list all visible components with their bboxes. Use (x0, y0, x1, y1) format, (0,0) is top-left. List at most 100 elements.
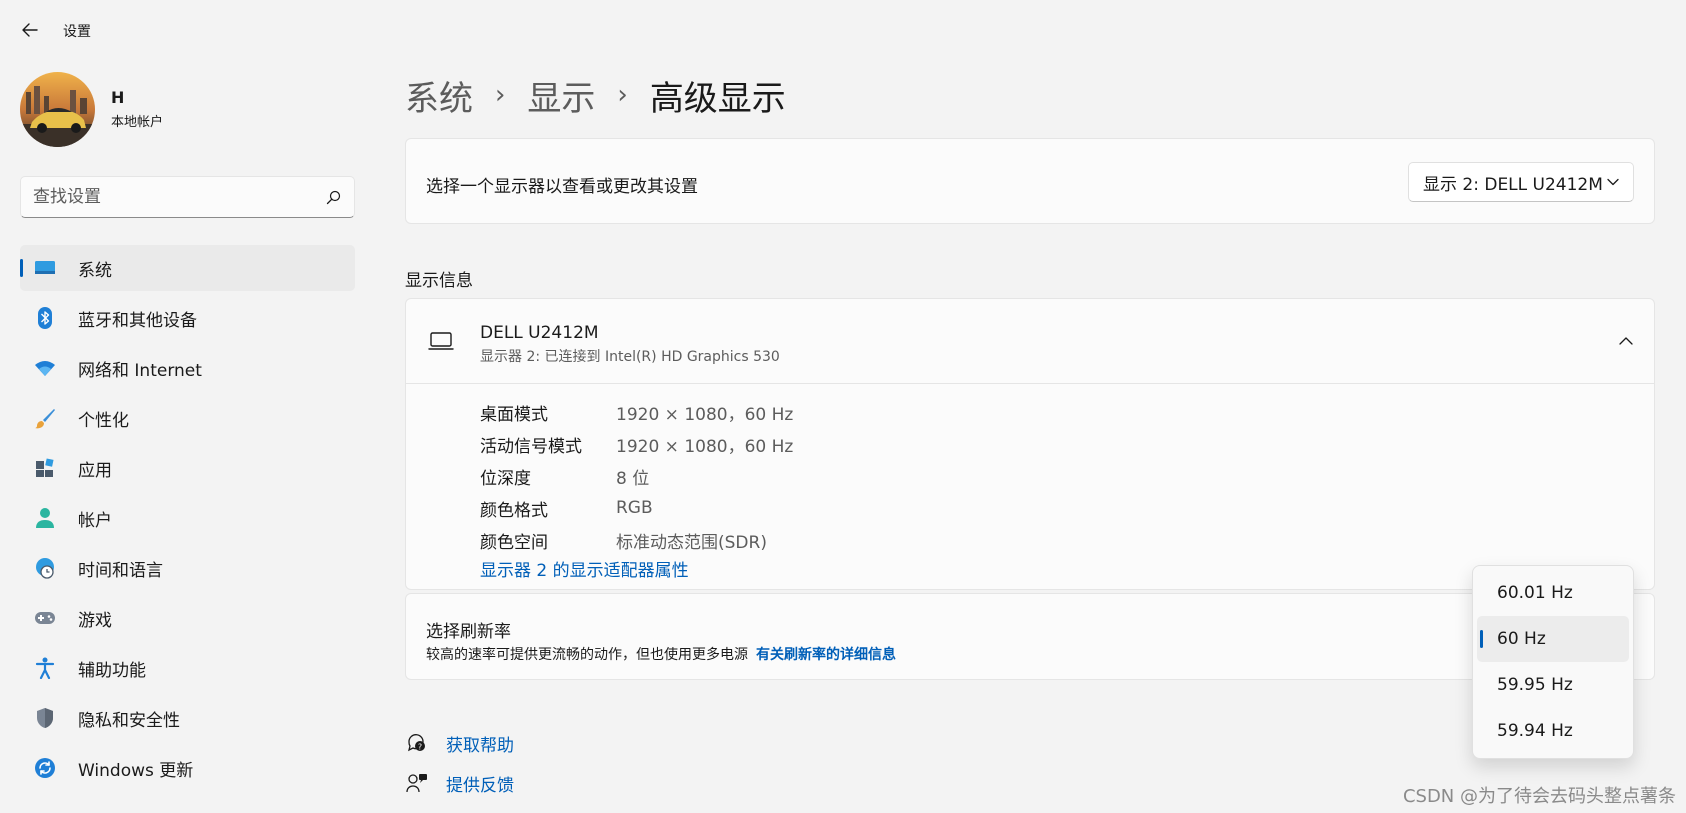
breadcrumb: 系统 › 显示 › 高级显示 (405, 70, 786, 120)
collapse-button[interactable] (1614, 329, 1638, 353)
info-value: RGB (616, 498, 653, 518)
shield-icon (34, 707, 56, 729)
feedback-icon (405, 771, 429, 795)
display-selector-card: 选择一个显示器以查看或更改其设置 显示 2: DELL U2412M (405, 138, 1655, 224)
person-icon (34, 507, 56, 529)
search-input[interactable] (33, 187, 324, 207)
help-links: ? 获取帮助 提供反馈 (405, 723, 514, 803)
adapter-properties-link[interactable]: 显示器 2 的显示适配器属性 (480, 556, 689, 581)
refresh-option[interactable]: 59.95 Hz (1477, 662, 1629, 708)
refresh-option[interactable]: 59.94 Hz (1477, 708, 1629, 754)
sidebar-item-label: 蓝牙和其他设备 (78, 310, 197, 331)
sidebar-item-personalization[interactable]: 个性化 (20, 395, 355, 441)
info-row-desktop-mode: 桌面模式 1920 × 1080，60 Hz (480, 396, 793, 428)
user-profile[interactable]: H 本地帐户 (20, 71, 163, 147)
sidebar-item-label: 时间和语言 (78, 560, 163, 581)
page-title: 高级显示 (649, 78, 786, 119)
info-value: 8 位 (616, 468, 650, 489)
sidebar-item-accessibility[interactable]: 辅助功能 (20, 645, 355, 691)
laptop-icon (428, 332, 454, 350)
breadcrumb-system[interactable]: 系统 (405, 71, 473, 120)
info-key: 颜色格式 (480, 500, 548, 521)
info-key: 颜色空间 (480, 532, 548, 553)
sidebar-item-privacy[interactable]: 隐私和安全性 (20, 695, 355, 741)
section-title: 显示信息 (405, 271, 473, 291)
display-info-card: DELL U2412M 显示器 2: 已连接到 Intel(R) HD Grap… (405, 298, 1655, 590)
title-bar: 设置 (0, 0, 1686, 60)
help-icon: ? (405, 731, 429, 755)
user-name: H (111, 88, 125, 107)
refresh-rate-flyout: 60.01 Hz 60 Hz 59.95 Hz 59.94 Hz (1472, 565, 1634, 759)
sidebar-item-label: 辅助功能 (78, 660, 146, 681)
avatar (20, 71, 95, 147)
sidebar-item-label: 网络和 Internet (78, 360, 202, 381)
sidebar-item-label: 游戏 (78, 610, 112, 631)
watermark: CSDN @为了待会去码头整点薯条 (1402, 786, 1676, 807)
sidebar-item-accounts[interactable]: 帐户 (20, 495, 355, 541)
refresh-rate-info-link[interactable]: 有关刷新率的详细信息 (756, 647, 896, 663)
info-key: 活动信号模式 (480, 436, 582, 457)
apps-icon (34, 457, 56, 479)
sidebar-item-label: 个性化 (78, 410, 129, 431)
app-title: 设置 (63, 24, 91, 40)
sidebar-item-label: Windows 更新 (78, 760, 194, 781)
monitor-subtitle: 显示器 2: 已连接到 Intel(R) HD Graphics 530 (480, 349, 780, 365)
search-icon[interactable] (324, 188, 342, 206)
brush-icon (34, 407, 56, 429)
bluetooth-icon (34, 307, 56, 329)
sidebar-item-system[interactable]: 系统 (20, 245, 355, 291)
breadcrumb-display[interactable]: 显示 (527, 71, 595, 120)
accessibility-icon (34, 657, 56, 679)
feedback-label: 提供反馈 (446, 775, 514, 796)
info-row-color-space: 颜色空间 标准动态范围(SDR) (480, 524, 793, 556)
wifi-icon (34, 357, 56, 379)
sidebar-item-label: 系统 (78, 260, 112, 281)
monitor-icon (34, 257, 56, 279)
sidebar: H 本地帐户 系统 蓝牙和其他设备 网络和 Internet (0, 60, 370, 813)
chevron-right-icon: › (617, 80, 628, 110)
refresh-option[interactable]: 60.01 Hz (1477, 570, 1629, 616)
chevron-down-icon (1607, 178, 1619, 186)
account-type: 本地帐户 (111, 115, 164, 130)
svg-text:?: ? (418, 743, 422, 752)
sidebar-item-network[interactable]: 网络和 Internet (20, 345, 355, 391)
chevron-right-icon: › (495, 80, 506, 110)
update-icon (34, 757, 56, 779)
display-dropdown-value: 显示 2: DELL U2412M (1423, 174, 1603, 195)
refresh-rate-description: 较高的速率可提供更流畅的动作，但也使用更多电源 (426, 647, 748, 663)
info-row-bit-depth: 位深度 8 位 (480, 460, 793, 492)
sidebar-item-apps[interactable]: 应用 (20, 445, 355, 491)
sidebar-item-label: 隐私和安全性 (78, 710, 180, 731)
display-info-rows: 桌面模式 1920 × 1080，60 Hz 活动信号模式 1920 × 108… (480, 396, 793, 556)
info-value: 1920 × 1080，60 Hz (616, 404, 794, 425)
chevron-up-icon (1619, 337, 1633, 345)
info-key: 桌面模式 (480, 404, 548, 425)
display-dropdown[interactable]: 显示 2: DELL U2412M (1408, 162, 1634, 202)
refresh-rate-subtitle: 较高的速率可提供更流畅的动作，但也使用更多电源 有关刷新率的详细信息 (426, 644, 896, 664)
refresh-option-selected[interactable]: 60 Hz (1477, 616, 1629, 662)
search-box (20, 176, 355, 218)
sidebar-nav: 系统 蓝牙和其他设备 网络和 Internet 个性化 应用 帐户 时间和语言 … (20, 245, 355, 795)
refresh-rate-title: 选择刷新率 (426, 622, 511, 642)
display-selector-label: 选择一个显示器以查看或更改其设置 (426, 177, 698, 197)
sidebar-item-label: 应用 (78, 460, 112, 481)
display-info-header[interactable]: DELL U2412M 显示器 2: 已连接到 Intel(R) HD Grap… (406, 299, 1654, 384)
info-key: 位深度 (480, 468, 531, 489)
info-row-active-signal-mode: 活动信号模式 1920 × 1080，60 Hz (480, 428, 793, 460)
globe-clock-icon (34, 557, 56, 579)
get-help-label: 获取帮助 (446, 735, 514, 756)
gamepad-icon (34, 607, 56, 629)
info-value: 标准动态范围(SDR) (616, 532, 767, 553)
sidebar-item-windows-update[interactable]: Windows 更新 (20, 745, 355, 791)
feedback-link[interactable]: 提供反馈 (405, 763, 514, 803)
sidebar-item-gaming[interactable]: 游戏 (20, 595, 355, 641)
info-row-color-format: 颜色格式 RGB (480, 492, 793, 524)
back-arrow-icon (22, 23, 38, 37)
monitor-name: DELL U2412M (480, 323, 599, 343)
get-help-link[interactable]: ? 获取帮助 (405, 723, 514, 763)
sidebar-item-bluetooth[interactable]: 蓝牙和其他设备 (20, 295, 355, 341)
refresh-rate-card: 选择刷新率 较高的速率可提供更流畅的动作，但也使用更多电源 有关刷新率的详细信息 (405, 593, 1655, 680)
sidebar-item-time-language[interactable]: 时间和语言 (20, 545, 355, 591)
info-value: 1920 × 1080，60 Hz (616, 436, 794, 457)
back-button[interactable] (16, 18, 44, 42)
